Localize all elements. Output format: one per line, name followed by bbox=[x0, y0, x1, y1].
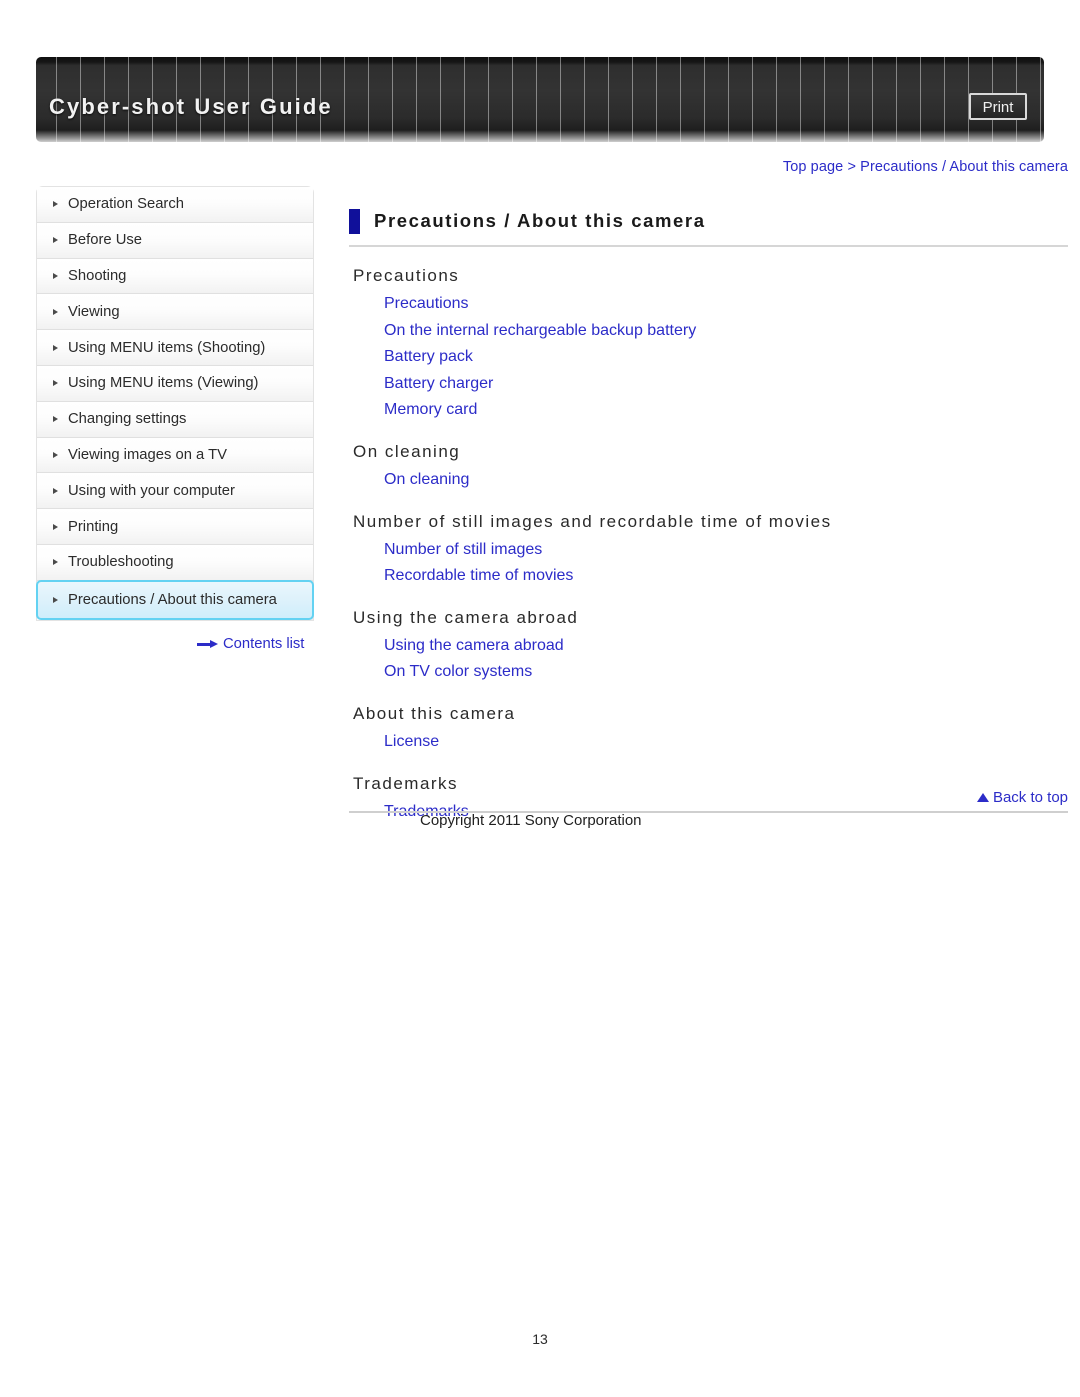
sidebar-nav: Operation Search Before Use Shooting Viewin… bbox=[36, 186, 314, 621]
section-heading: Precautions bbox=[353, 266, 460, 285]
page-title: Precautions / About this camera bbox=[374, 210, 706, 231]
sidebar-item-label: Viewing bbox=[68, 303, 120, 320]
page-number: 13 bbox=[532, 1331, 548, 1347]
sidebar-item-label: Using with your computer bbox=[68, 482, 235, 499]
breadcrumb: Top page > Precautions / About this came… bbox=[783, 159, 1068, 175]
content-section: Using the camera abroad Using the camera … bbox=[349, 605, 1068, 686]
sidebar-item-label: Operation Search bbox=[68, 196, 184, 213]
sidebar-item-label: Troubleshooting bbox=[68, 554, 174, 571]
back-to-top: Back to top bbox=[349, 789, 1068, 813]
section-link[interactable]: Memory card bbox=[384, 397, 1068, 424]
section-link[interactable]: License bbox=[384, 729, 1068, 756]
triangle-right-icon bbox=[53, 451, 58, 458]
section-link-list: Using the camera abroad On TV color syste… bbox=[384, 633, 1068, 686]
triangle-right-icon bbox=[53, 487, 58, 494]
section-link-list: Precautions On the internal rechargeable … bbox=[384, 291, 1068, 424]
content-section: Number of still images and recordable ti… bbox=[349, 509, 1068, 590]
section-link[interactable]: On TV color systems bbox=[384, 659, 1068, 686]
contents-list-link[interactable]: Contents list bbox=[197, 636, 304, 652]
triangle-right-icon bbox=[53, 237, 58, 244]
sidebar-item-operation-search[interactable]: Operation Search bbox=[37, 187, 313, 223]
sidebar-item-label: Viewing images on a TV bbox=[68, 446, 228, 463]
sidebar-item-label: Precautions / About this camera bbox=[68, 591, 277, 608]
print-button[interactable]: Print bbox=[969, 93, 1027, 120]
sidebar-item-changing-settings[interactable]: Changing settings bbox=[37, 401, 313, 438]
breadcrumb-current: Precautions / About this camera bbox=[860, 159, 1068, 175]
section-link[interactable]: On the internal rechargeable backup batt… bbox=[384, 318, 1068, 345]
section-link[interactable]: Precautions bbox=[384, 291, 1068, 318]
back-to-top-link[interactable]: Back to top bbox=[976, 789, 1068, 806]
section-heading: Using the camera abroad bbox=[353, 607, 579, 627]
triangle-right-icon bbox=[53, 272, 58, 279]
section-list: Precautions Precautions On the internal re… bbox=[349, 263, 1068, 825]
triangle-right-icon bbox=[53, 596, 58, 603]
sidebar-item-shooting[interactable]: Shooting bbox=[37, 258, 313, 295]
page-title-row: Precautions / About this camera bbox=[349, 208, 1068, 247]
content-section: Precautions Precautions On the internal re… bbox=[349, 263, 1068, 424]
contents-list-label: Contents list bbox=[223, 636, 305, 652]
sidebar-item-label: Changing settings bbox=[68, 411, 187, 428]
main-content: Precautions / About this camera Precauti… bbox=[349, 208, 1068, 825]
sidebar-item-using-menu-items-shooting[interactable]: Using MENU items (Shooting) bbox=[37, 330, 313, 366]
sidebar-item-precautions-about-this-camera[interactable]: Precautions / About this camera bbox=[36, 579, 314, 620]
section-link-list: On cleaning bbox=[384, 467, 1068, 494]
sidebar-item-viewing[interactable]: Viewing bbox=[37, 294, 313, 331]
section-heading: On cleaning bbox=[353, 441, 461, 461]
sidebar-item-troubleshooting[interactable]: Troubleshooting bbox=[37, 544, 313, 581]
sidebar-item-label: Printing bbox=[68, 518, 119, 535]
section-heading: About this camera bbox=[353, 703, 516, 723]
sidebar-item-label: Before Use bbox=[68, 232, 143, 249]
section-link[interactable]: On cleaning bbox=[384, 467, 1068, 494]
triangle-right-icon bbox=[53, 201, 58, 208]
section-link[interactable]: Recordable time of movies bbox=[384, 563, 1068, 590]
section-link[interactable]: Battery pack bbox=[384, 344, 1068, 371]
section-link-list: Number of still images Recordable time of… bbox=[384, 537, 1068, 590]
sidebar-item-viewing-images-on-a-tv[interactable]: Viewing images on a TV bbox=[37, 437, 313, 474]
triangle-right-icon bbox=[53, 559, 58, 566]
triangle-right-icon bbox=[53, 308, 58, 315]
sidebar-item-printing[interactable]: Printing bbox=[37, 509, 313, 545]
section-heading: Number of still images and recordable ti… bbox=[353, 511, 832, 531]
copyright-text: Copyright 2011 Sony Corporation bbox=[420, 812, 642, 829]
triangle-right-icon bbox=[53, 380, 58, 387]
sidebar-item-label: Using MENU items (Viewing) bbox=[68, 375, 259, 392]
triangle-right-icon bbox=[53, 344, 58, 351]
title-accent-bar bbox=[349, 209, 360, 234]
arrow-right-icon bbox=[197, 639, 218, 649]
sidebar-item-label: Using MENU items (Shooting) bbox=[68, 339, 266, 356]
sidebar-item-before-use[interactable]: Before Use bbox=[37, 222, 313, 259]
breadcrumb-top-page[interactable]: Top page bbox=[783, 159, 843, 175]
sidebar-item-using-menu-items-viewing[interactable]: Using MENU items (Viewing) bbox=[37, 365, 313, 402]
section-link[interactable]: Using the camera abroad bbox=[384, 633, 1068, 660]
app-title: Cyber-shot User Guide bbox=[49, 94, 333, 119]
back-to-top-label: Back to top bbox=[992, 789, 1068, 806]
section-link[interactable]: Battery charger bbox=[384, 371, 1068, 398]
breadcrumb-separator: > bbox=[847, 159, 857, 175]
sidebar-item-using-with-your-computer[interactable]: Using with your computer bbox=[37, 473, 313, 510]
content-section: About this camera License bbox=[349, 701, 1068, 756]
section-link[interactable]: Number of still images bbox=[384, 537, 1068, 564]
triangle-up-icon bbox=[976, 793, 989, 802]
section-link-list: License bbox=[384, 729, 1068, 756]
content-section: On cleaning On cleaning bbox=[349, 439, 1068, 494]
sidebar-item-label: Shooting bbox=[68, 267, 127, 284]
triangle-right-icon bbox=[53, 523, 58, 530]
triangle-right-icon bbox=[53, 416, 58, 423]
